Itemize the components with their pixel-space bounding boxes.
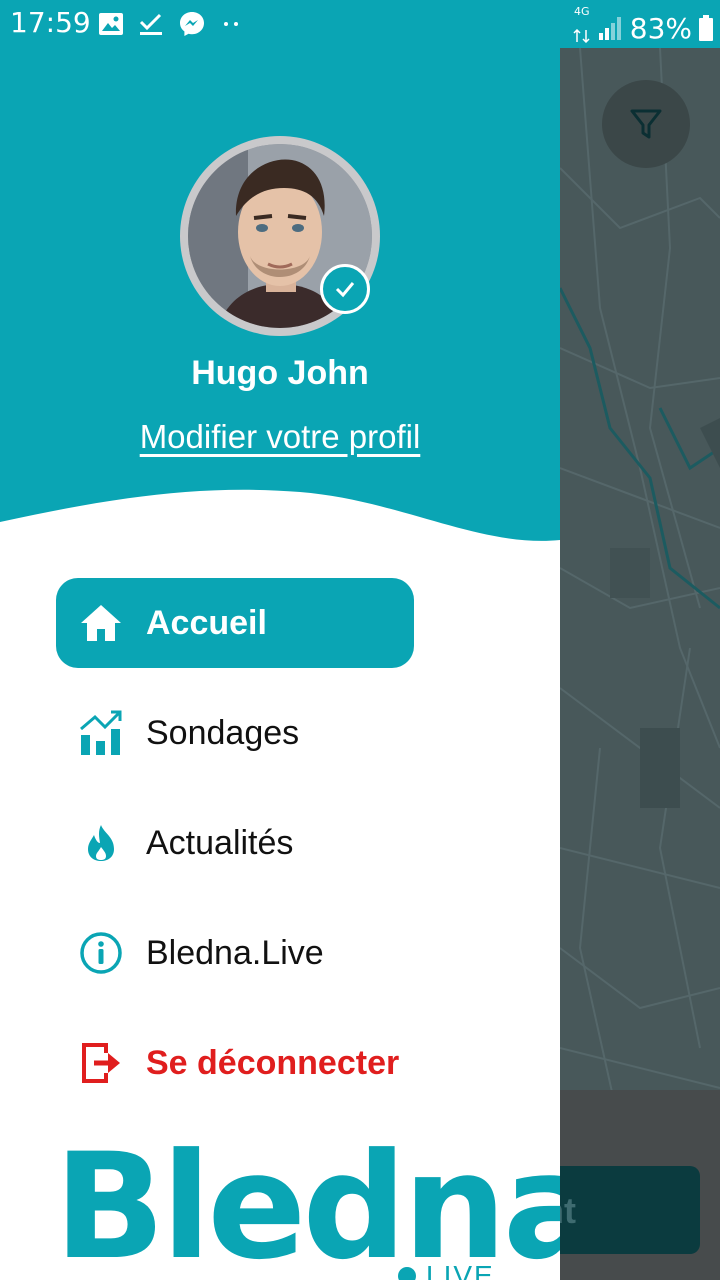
network-indicator: 4G: [572, 6, 592, 50]
menu-label-logout: Se déconnecter: [146, 1043, 400, 1082]
profile-avatar-wrapper[interactable]: [180, 136, 380, 336]
logo-live-text: LIVE: [426, 1260, 495, 1280]
menu-item-sondages[interactable]: Sondages: [56, 688, 414, 778]
status-bar: 17:59 4G 83%: [0, 0, 720, 48]
logo-live: LIVE: [398, 1260, 495, 1280]
info-icon: [56, 931, 146, 975]
menu-item-actualites[interactable]: Actualités: [56, 798, 414, 888]
menu-label-accueil: Accueil: [146, 603, 267, 642]
menu-item-logout[interactable]: Se déconnecter: [56, 1018, 414, 1108]
battery-icon: [699, 15, 713, 41]
filter-button[interactable]: [602, 80, 690, 168]
profile-name: Hugo John: [191, 354, 369, 392]
filter-icon: [630, 109, 662, 139]
image-icon: [99, 13, 123, 35]
navigation-drawer: Hugo John Modifier votre profil Accueil …: [0, 48, 560, 1280]
menu-label-bledna-live: Bledna.Live: [146, 933, 324, 972]
messenger-icon: [180, 12, 204, 36]
map-action-button[interactable]: nt: [560, 1166, 700, 1254]
menu-item-accueil[interactable]: Accueil: [56, 578, 414, 668]
map-action-label: nt: [560, 1190, 576, 1231]
logout-icon: [56, 1041, 146, 1085]
flame-icon: [56, 823, 146, 863]
chart-icon: [56, 709, 146, 757]
edit-profile-link[interactable]: Modifier votre profil: [0, 418, 560, 456]
menu-item-bledna-live[interactable]: Bledna.Live: [56, 908, 414, 998]
check-icon: [139, 13, 162, 35]
logo-wordmark: Bledna: [54, 1122, 560, 1280]
bledna-logo: Bledna LIVE: [54, 1122, 560, 1280]
menu-label-sondages: Sondages: [146, 713, 300, 752]
live-dot-icon: [398, 1267, 416, 1280]
status-time: 17:59: [10, 6, 91, 39]
notification-icons: [98, 10, 242, 38]
more-dots-icon: [224, 22, 238, 26]
home-icon: [56, 603, 146, 643]
battery-percent: 83%: [629, 11, 692, 45]
drawer-header: Hugo John Modifier votre profil: [0, 48, 560, 548]
status-right: 4G 83%: [572, 6, 714, 50]
verified-badge: [320, 264, 370, 314]
checkmark-icon: [335, 282, 355, 298]
menu-label-actualites: Actualités: [146, 823, 294, 862]
signal-icon: [598, 17, 621, 40]
data-arrows-icon: [573, 28, 590, 44]
